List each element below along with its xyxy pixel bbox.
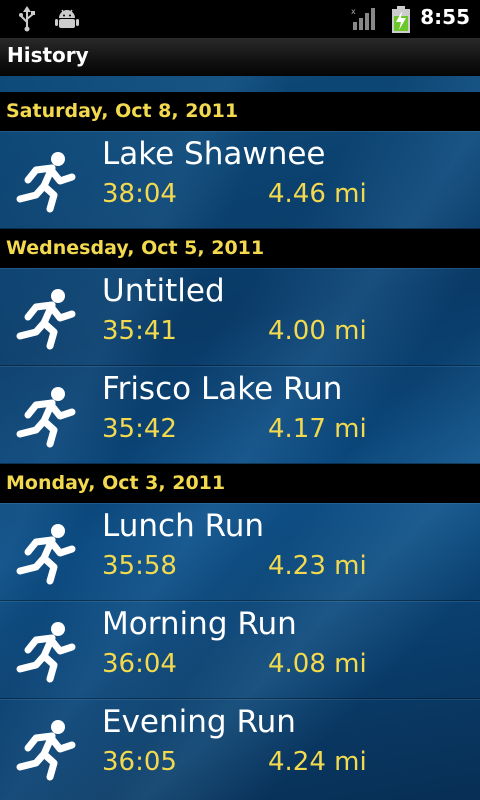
run-distance: 4.46 mi [268, 179, 367, 209]
history-list[interactable]: Saturday, Oct 8, 2011 Lake Shawnee 38:04… [0, 76, 480, 800]
battery-charging-icon [392, 6, 410, 33]
run-name: Frisco Lake Run [102, 371, 343, 407]
run-list-item[interactable]: Morning Run 36:04 4.08 mi [0, 601, 480, 699]
run-list-item[interactable]: Untitled 35:41 4.00 mi [0, 268, 480, 366]
usb-icon [19, 6, 35, 32]
run-list-item[interactable]: Lunch Run 35:58 4.23 mi [0, 503, 480, 601]
svg-text:x: x [351, 7, 356, 16]
run-name: Evening Run [102, 704, 296, 740]
run-distance: 4.23 mi [268, 551, 367, 581]
run-distance: 4.08 mi [268, 649, 367, 679]
run-time: 35:58 [102, 551, 177, 581]
app-screen: x 8:55 History Saturday, Oct 8, 2011 Lak… [0, 0, 480, 800]
page-title: History [7, 43, 89, 67]
runner-icon [16, 387, 76, 448]
section-header-date: Monday, Oct 3, 2011 [0, 464, 480, 503]
run-time: 35:41 [102, 316, 177, 346]
runner-icon [16, 289, 76, 350]
list-top-gap [0, 76, 480, 92]
section-date-label: Wednesday, Oct 5, 2011 [6, 237, 265, 259]
runner-icon [16, 720, 76, 781]
run-time: 38:04 [102, 179, 177, 209]
section-header-date: Saturday, Oct 8, 2011 [0, 92, 480, 131]
runner-icon [16, 622, 76, 683]
runner-icon [16, 524, 76, 585]
run-list-item[interactable]: Frisco Lake Run 35:42 4.17 mi [0, 366, 480, 464]
run-list-item[interactable]: Lake Shawnee 38:04 4.46 mi [0, 131, 480, 229]
section-date-label: Saturday, Oct 8, 2011 [6, 100, 239, 122]
run-distance: 4.00 mi [268, 316, 367, 346]
signal-icon: x [351, 7, 375, 30]
run-name: Untitled [102, 273, 225, 309]
android-debug-icon [55, 9, 79, 28]
run-distance: 4.24 mi [268, 747, 367, 777]
status-time: 8:55 [420, 5, 470, 29]
run-time: 35:42 [102, 414, 177, 444]
run-name: Lake Shawnee [102, 136, 326, 172]
title-bar: History [0, 38, 480, 77]
run-list-item[interactable]: Evening Run 36:05 4.24 mi [0, 699, 480, 796]
status-bar: x 8:55 [0, 0, 480, 38]
run-name: Lunch Run [102, 508, 265, 544]
run-name: Morning Run [102, 606, 297, 642]
runner-icon [16, 152, 76, 213]
run-time: 36:04 [102, 649, 177, 679]
section-date-label: Monday, Oct 3, 2011 [6, 472, 226, 494]
run-time: 36:05 [102, 747, 177, 777]
section-header-date: Wednesday, Oct 5, 2011 [0, 229, 480, 268]
run-distance: 4.17 mi [268, 414, 367, 444]
